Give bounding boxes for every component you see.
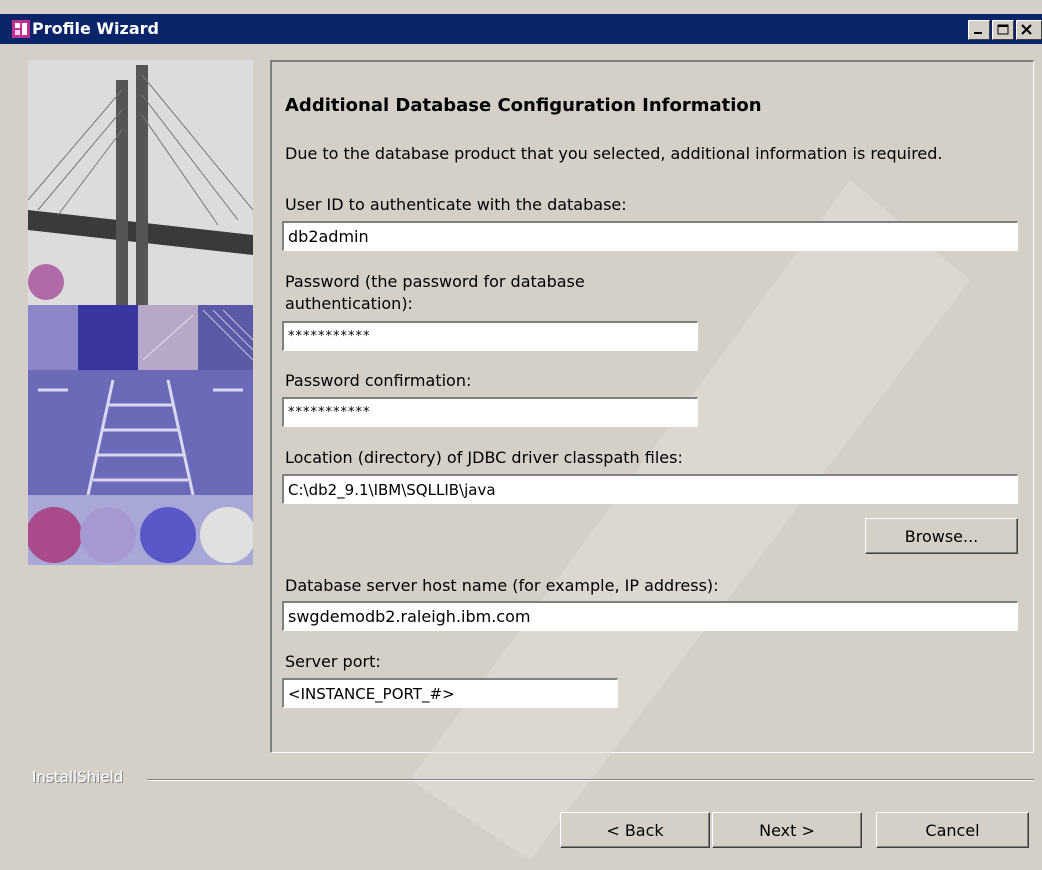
title-bar[interactable]: Profile Wizard (0, 14, 1042, 44)
password-confirm-label: Password confirmation: (285, 371, 472, 390)
footer-separator (147, 779, 1034, 781)
password-label-line2: authentication): (285, 294, 413, 313)
back-button[interactable]: < Back (560, 812, 710, 848)
user-id-input[interactable] (282, 221, 1018, 251)
window-title: Profile Wizard (32, 19, 159, 38)
wizard-app-icon (12, 20, 30, 38)
wizard-artwork-image (28, 60, 253, 565)
port-input[interactable] (282, 678, 618, 708)
browse-button[interactable]: Browse... (865, 518, 1018, 554)
password-label-line1: Password (the password for database (285, 272, 585, 291)
jdbc-location-input[interactable] (282, 474, 1018, 504)
port-label: Server port: (285, 652, 381, 671)
user-id-label: User ID to authenticate with the databas… (285, 195, 627, 214)
profile-wizard-window: Profile Wizard Additional Database Confi… (0, 0, 1042, 870)
minimize-icon (974, 32, 982, 34)
close-icon (1021, 24, 1032, 35)
cancel-button[interactable]: Cancel (876, 812, 1029, 848)
host-input[interactable] (282, 601, 1018, 631)
maximize-button[interactable] (992, 20, 1014, 40)
minimize-button[interactable] (968, 20, 990, 40)
installshield-brand: InstallShield (32, 768, 124, 786)
close-button[interactable] (1016, 20, 1042, 40)
host-label: Database server host name (for example, … (285, 576, 719, 595)
maximize-icon (997, 24, 1009, 35)
page-description: Due to the database product that you sel… (285, 144, 943, 163)
password-input[interactable] (282, 321, 698, 351)
page-heading: Additional Database Configuration Inform… (285, 95, 762, 116)
password-confirm-input[interactable] (282, 397, 698, 427)
next-button[interactable]: Next > (712, 812, 862, 848)
jdbc-location-label: Location (directory) of JDBC driver clas… (285, 448, 683, 467)
